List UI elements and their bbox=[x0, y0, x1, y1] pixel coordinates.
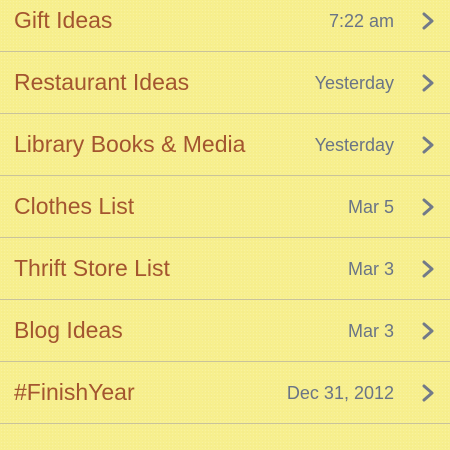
note-date: Yesterday bbox=[314, 135, 394, 155]
note-row-thrift-store-list[interactable]: Thrift Store List Mar 3 bbox=[0, 238, 450, 300]
note-date: Mar 5 bbox=[347, 197, 394, 217]
note-title: Restaurant Ideas bbox=[14, 69, 190, 95]
chevron-right-icon bbox=[422, 74, 434, 92]
note-title: Gift Ideas bbox=[14, 7, 113, 33]
note-date: Mar 3 bbox=[347, 259, 394, 279]
note-title: Clothes List bbox=[14, 193, 135, 219]
note-row-restaurant-ideas[interactable]: Restaurant Ideas Yesterday bbox=[0, 52, 450, 114]
note-title: Library Books & Media bbox=[14, 131, 246, 157]
chevron-right-icon bbox=[422, 260, 434, 278]
chevron-right-icon bbox=[422, 198, 434, 216]
note-row-finish-year[interactable]: #FinishYear Dec 31, 2012 bbox=[0, 362, 450, 424]
note-title: #FinishYear bbox=[14, 379, 135, 405]
note-row-library-books-media[interactable]: Library Books & Media Yesterday bbox=[0, 114, 450, 176]
chevron-right-icon bbox=[422, 12, 434, 30]
note-row-gift-ideas[interactable]: Gift Ideas 7:22 am bbox=[0, 0, 450, 52]
note-date: 7:22 am bbox=[328, 11, 394, 31]
note-row-clothes-list[interactable]: Clothes List Mar 5 bbox=[0, 176, 450, 238]
note-date: Dec 31, 2012 bbox=[286, 383, 394, 403]
chevron-right-icon bbox=[422, 322, 434, 340]
note-date: Yesterday bbox=[314, 73, 394, 93]
note-title: Thrift Store List bbox=[14, 255, 170, 281]
note-row-blog-ideas[interactable]: Blog Ideas Mar 3 bbox=[0, 300, 450, 362]
note-title: Blog Ideas bbox=[14, 317, 123, 343]
chevron-right-icon bbox=[422, 136, 434, 154]
notes-screen: Gift Ideas 7:22 am Restaurant Ideas Yest… bbox=[0, 0, 450, 450]
chevron-right-icon bbox=[422, 384, 434, 402]
note-date: Mar 3 bbox=[347, 321, 394, 341]
notes-list: Gift Ideas 7:22 am Restaurant Ideas Yest… bbox=[0, 0, 450, 424]
